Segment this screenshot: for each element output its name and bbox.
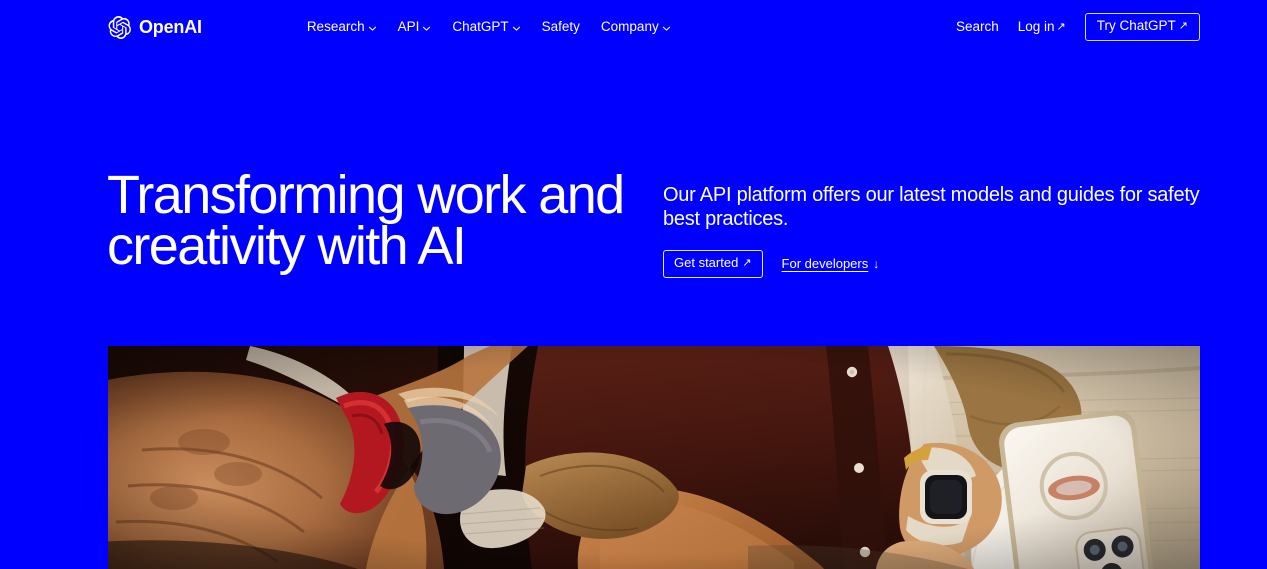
arrow-down-icon: ↓ [873,256,880,271]
arrow-up-right-icon: ↗ [1056,20,1066,33]
nav-item-safety[interactable]: Safety [542,20,580,34]
login-label: Log in [1017,19,1055,35]
nav-item-research-label: Research [306,19,365,35]
nav-item-api-label: API [397,19,420,35]
nav-item-api[interactable]: API [398,20,432,34]
chevron-down-icon [662,24,671,33]
get-started-button[interactable]: Get started ↗ [663,250,763,278]
login-link[interactable]: Log in ↗ [1018,20,1066,34]
primary-nav-menu: Research API ChatGPT Safety Company [307,20,671,34]
nav-item-safety-label: Safety [541,19,580,35]
try-chatgpt-button[interactable]: Try ChatGPT ↗ [1084,13,1200,41]
for-developers-label: For developers [781,255,869,271]
nav-item-chatgpt-label: ChatGPT [452,19,509,35]
openai-blossom-logo-icon [107,15,132,40]
hero-photograph [108,346,1200,569]
nav-item-research[interactable]: Research [307,20,377,34]
search-button[interactable]: Search [956,20,999,34]
hero-copy-column: Our API platform offers our latest model… [663,170,1200,278]
openai-homepage: OpenAI Research API ChatGPT Safety Compa… [0,0,1267,569]
chevron-down-icon [368,24,377,33]
hero-section: Transforming work and creativity with AI… [107,165,1200,278]
try-chatgpt-label: Try ChatGPT [1096,18,1176,34]
nav-item-chatgpt[interactable]: ChatGPT [452,20,520,34]
nav-actions: Search Log in ↗ Try ChatGPT ↗ [956,13,1200,41]
arrow-up-right-icon: ↗ [742,256,752,269]
for-developers-link[interactable]: For developers ↓ [781,255,880,272]
hero-action-row: Get started ↗ For developers ↓ [663,250,1200,278]
hero-description: Our API platform offers our latest model… [663,184,1200,230]
get-started-label: Get started [674,255,739,270]
top-navigation-bar: OpenAI Research API ChatGPT Safety Compa… [0,0,1267,54]
brand-home-link[interactable]: OpenAI [107,15,202,40]
hero-heading-column: Transforming work and creativity with AI [107,165,663,276]
chevron-down-icon [422,24,431,33]
chevron-down-icon [512,24,521,33]
hero-image [108,346,1200,569]
arrow-up-right-icon: ↗ [1178,20,1188,32]
brand-name-label: OpenAI [139,17,202,37]
nav-item-company[interactable]: Company [601,20,671,34]
search-label: Search [955,19,999,35]
nav-item-company-label: Company [600,19,659,35]
page-title: Transforming work and creativity with AI [107,165,625,276]
